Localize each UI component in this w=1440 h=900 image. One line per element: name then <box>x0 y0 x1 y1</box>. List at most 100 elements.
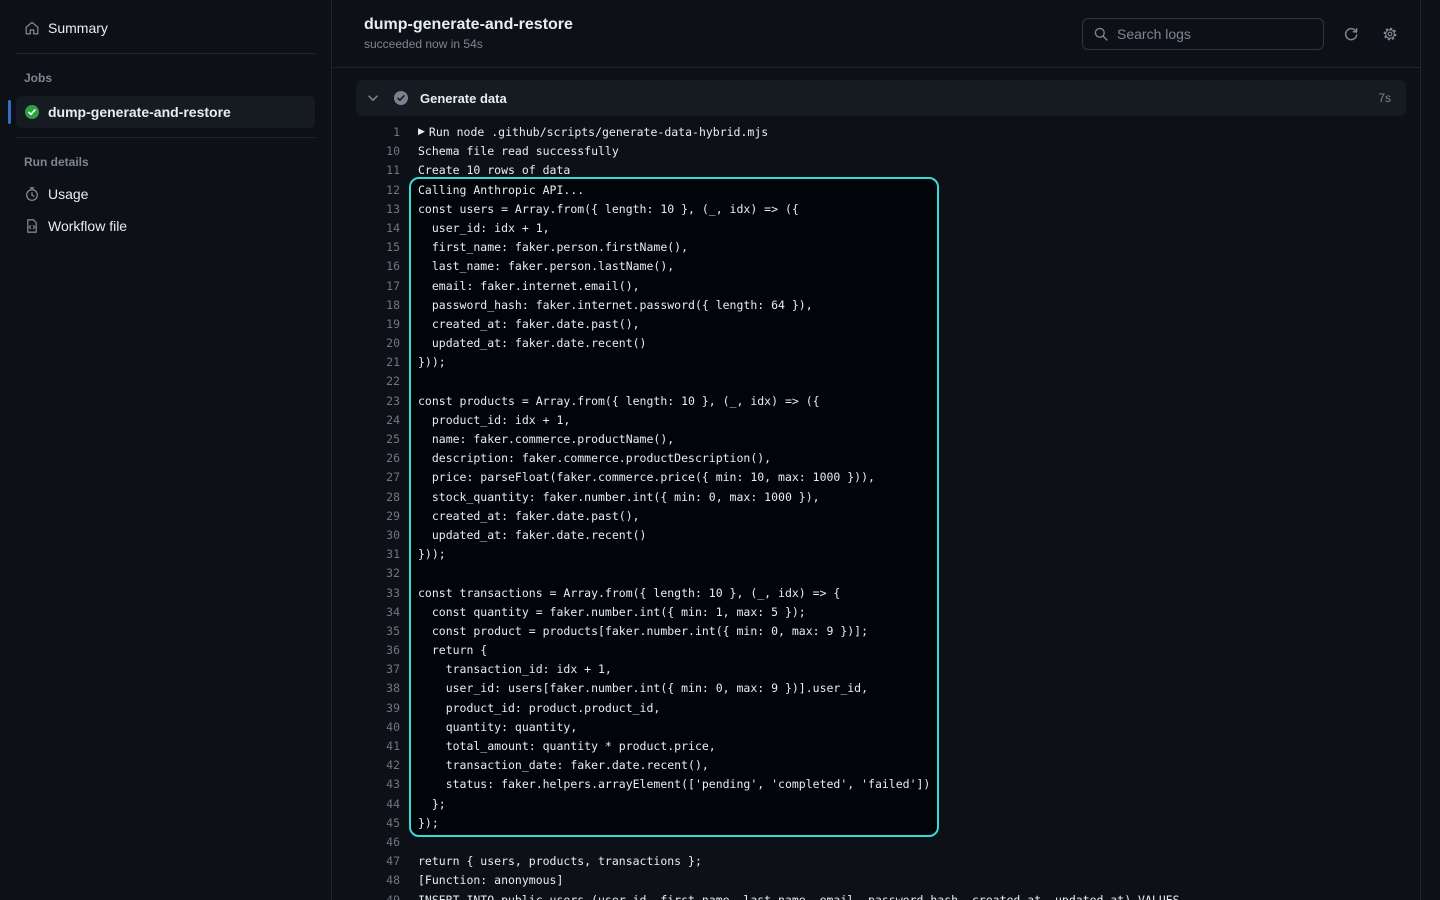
log-text: product_id: idx + 1, <box>418 411 570 430</box>
line-number[interactable]: 13 <box>356 200 400 219</box>
step-header-generate-data[interactable]: Generate data 7s <box>356 80 1406 116</box>
sidebar-item-summary[interactable]: Summary <box>16 12 315 44</box>
line-number[interactable]: 48 <box>356 871 400 890</box>
log-line[interactable]: 18 password_hash: faker.internet.passwor… <box>356 296 1406 315</box>
line-number[interactable]: 43 <box>356 775 400 794</box>
log-line[interactable]: 15 first_name: faker.person.firstName(), <box>356 238 1406 257</box>
log-line[interactable]: 17 email: faker.internet.email(), <box>356 277 1406 296</box>
log-line[interactable]: 35 const product = products[faker.number… <box>356 622 1406 641</box>
log-line[interactable]: 32 <box>356 564 1406 583</box>
log-line[interactable]: 38 user_id: users[faker.number.int({ min… <box>356 679 1406 698</box>
page-title: dump-generate-and-restore <box>364 16 573 34</box>
line-number[interactable]: 38 <box>356 679 400 698</box>
line-number[interactable]: 16 <box>356 257 400 276</box>
line-number[interactable]: 36 <box>356 641 400 660</box>
log-line[interactable]: 42 transaction_date: faker.date.recent()… <box>356 756 1406 775</box>
line-number[interactable]: 26 <box>356 449 400 468</box>
line-number[interactable]: 20 <box>356 334 400 353</box>
log-line[interactable]: 46 <box>356 833 1406 852</box>
line-number[interactable]: 40 <box>356 718 400 737</box>
line-number[interactable]: 41 <box>356 737 400 756</box>
line-number[interactable]: 44 <box>356 795 400 814</box>
log-text: Run node .github/scripts/generate-data-h… <box>429 123 768 142</box>
line-number[interactable]: 15 <box>356 238 400 257</box>
line-number[interactable]: 34 <box>356 603 400 622</box>
log-line[interactable]: 37 transaction_id: idx + 1, <box>356 660 1406 679</box>
log-line[interactable]: 1 ▶ Run node .github/scripts/generate-da… <box>356 123 1406 142</box>
line-number[interactable]: 11 <box>356 161 400 180</box>
log-text: }; <box>418 795 446 814</box>
line-number[interactable]: 1 <box>356 123 400 142</box>
line-number[interactable]: 27 <box>356 468 400 487</box>
sidebar-item-usage[interactable]: Usage <box>16 178 315 210</box>
log-line[interactable]: 20 updated_at: faker.date.recent() <box>356 334 1406 353</box>
log-line[interactable]: 31 })); <box>356 545 1406 564</box>
log-line[interactable]: 13 const users = Array.from({ length: 10… <box>356 200 1406 219</box>
log-line[interactable]: 19 created_at: faker.date.past(), <box>356 315 1406 334</box>
line-number[interactable]: 23 <box>356 392 400 411</box>
line-number[interactable]: 14 <box>356 219 400 238</box>
line-number[interactable]: 37 <box>356 660 400 679</box>
log-line[interactable]: 44 }; <box>356 795 1406 814</box>
log-line[interactable]: 27 price: parseFloat(faker.commerce.pric… <box>356 468 1406 487</box>
line-number[interactable]: 42 <box>356 756 400 775</box>
line-number[interactable]: 46 <box>356 833 400 852</box>
line-number[interactable]: 17 <box>356 277 400 296</box>
line-number[interactable]: 45 <box>356 814 400 833</box>
run-details-section-label: Run details <box>16 147 315 178</box>
log-line[interactable]: 26 description: faker.commerce.productDe… <box>356 449 1406 468</box>
log-line[interactable]: 10 Schema file read successfully <box>356 142 1406 161</box>
sidebar-item-job[interactable]: dump-generate-and-restore <box>16 96 315 128</box>
log-line[interactable]: 11 Create 10 rows of data <box>356 161 1406 180</box>
line-number[interactable]: 47 <box>356 852 400 871</box>
line-number[interactable]: 31 <box>356 545 400 564</box>
log-line[interactable]: 23 const products = Array.from({ length:… <box>356 392 1406 411</box>
log-line[interactable]: 41 total_amount: quantity * product.pric… <box>356 737 1406 756</box>
line-number[interactable]: 22 <box>356 372 400 391</box>
line-number[interactable]: 18 <box>356 296 400 315</box>
log-line[interactable]: 34 const quantity = faker.number.int({ m… <box>356 603 1406 622</box>
log-line[interactable]: 30 updated_at: faker.date.recent() <box>356 526 1406 545</box>
line-number[interactable]: 33 <box>356 584 400 603</box>
line-number[interactable]: 30 <box>356 526 400 545</box>
line-number[interactable]: 25 <box>356 430 400 449</box>
line-number[interactable]: 21 <box>356 353 400 372</box>
line-number[interactable]: 32 <box>356 564 400 583</box>
log-line[interactable]: 36 return { <box>356 641 1406 660</box>
log-line[interactable]: 47 return { users, products, transaction… <box>356 852 1406 871</box>
line-number[interactable]: 29 <box>356 507 400 526</box>
log-line[interactable]: 49 INSERT INTO public.users (user_id, fi… <box>356 891 1406 900</box>
refresh-logs-button[interactable] <box>1343 26 1359 42</box>
log-text: const transactions = Array.from({ length… <box>418 584 840 603</box>
line-number[interactable]: 24 <box>356 411 400 430</box>
log-line[interactable]: 28 stock_quantity: faker.number.int({ mi… <box>356 488 1406 507</box>
line-number[interactable]: 12 <box>356 181 400 200</box>
log-line[interactable]: 29 created_at: faker.date.past(), <box>356 507 1406 526</box>
line-number[interactable]: 28 <box>356 488 400 507</box>
log-line[interactable]: 39 product_id: product.product_id, <box>356 699 1406 718</box>
line-number[interactable]: 19 <box>356 315 400 334</box>
log-line[interactable]: 43 status: faker.helpers.arrayElement(['… <box>356 775 1406 794</box>
log-line[interactable]: 45 }); <box>356 814 1406 833</box>
chevron-down-icon[interactable] <box>365 90 381 106</box>
log-panel: Generate data 7s 1 ▶ Run node .github/sc… <box>356 80 1406 900</box>
log-line[interactable]: 16 last_name: faker.person.lastName(), <box>356 257 1406 276</box>
sidebar-item-workflow-file[interactable]: Workflow file <box>16 210 315 242</box>
log-line[interactable]: 33 const transactions = Array.from({ len… <box>356 584 1406 603</box>
log-line[interactable]: 22 <box>356 372 1406 391</box>
log-line[interactable]: 40 quantity: quantity, <box>356 718 1406 737</box>
log-line[interactable]: 48 [Function: anonymous] <box>356 871 1406 890</box>
log-line[interactable]: 21 })); <box>356 353 1406 372</box>
log-line[interactable]: 14 user_id: idx + 1, <box>356 219 1406 238</box>
log-text: const users = Array.from({ length: 10 },… <box>418 200 799 219</box>
log-line[interactable]: 24 product_id: idx + 1, <box>356 411 1406 430</box>
log-settings-gear-icon[interactable] <box>1382 26 1398 42</box>
line-number[interactable]: 10 <box>356 142 400 161</box>
search-logs-input[interactable] <box>1117 26 1313 42</box>
line-number[interactable]: 49 <box>356 891 400 900</box>
panel-divider <box>1420 0 1421 900</box>
line-number[interactable]: 39 <box>356 699 400 718</box>
line-number[interactable]: 35 <box>356 622 400 641</box>
log-line[interactable]: 12 Calling Anthropic API... <box>356 181 1406 200</box>
log-line[interactable]: 25 name: faker.commerce.productName(), <box>356 430 1406 449</box>
